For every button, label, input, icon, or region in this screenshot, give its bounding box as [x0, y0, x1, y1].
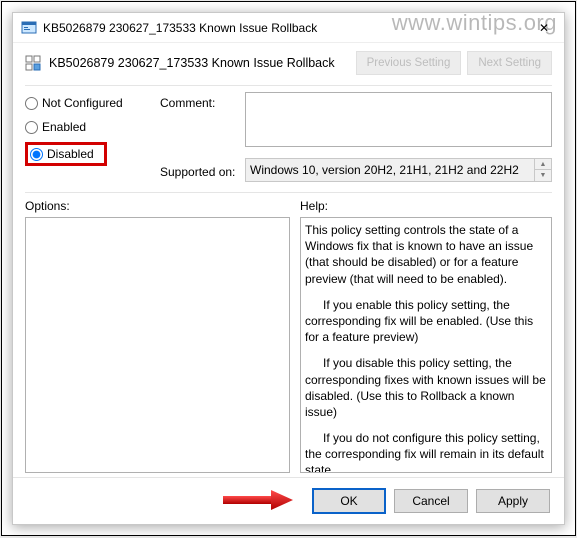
- supported-label: Supported on:: [160, 161, 245, 179]
- comment-input[interactable]: [245, 92, 552, 147]
- cancel-button[interactable]: Cancel: [394, 489, 468, 513]
- chevron-down-icon[interactable]: ▼: [535, 170, 551, 181]
- radio-not-configured-input[interactable]: [25, 97, 38, 110]
- radio-enabled[interactable]: Enabled: [25, 120, 160, 134]
- options-panel[interactable]: [25, 217, 290, 473]
- state-radios: Not Configured Enabled Disabled: [25, 92, 160, 166]
- disabled-highlight: Disabled: [25, 142, 107, 166]
- comment-label: Comment:: [160, 92, 245, 150]
- help-label: Help:: [300, 199, 552, 213]
- help-paragraph: If you disable this policy setting, the …: [305, 355, 547, 420]
- help-paragraph: This policy setting controls the state o…: [305, 222, 547, 287]
- arrow-annotation-icon: [223, 488, 293, 512]
- chevron-up-icon[interactable]: ▲: [535, 159, 551, 170]
- radio-not-configured[interactable]: Not Configured: [25, 96, 160, 110]
- comment-box: [245, 92, 552, 150]
- config-row: Not Configured Enabled Disabled Comment:: [13, 88, 564, 186]
- options-label: Options:: [25, 199, 290, 213]
- app-icon: [21, 20, 37, 36]
- next-setting-button: Next Setting: [467, 51, 552, 75]
- radio-enabled-label: Enabled: [42, 120, 86, 134]
- radio-not-configured-label: Not Configured: [42, 96, 123, 110]
- help-paragraph: If you enable this policy setting, the c…: [305, 297, 547, 346]
- policy-title: KB5026879 230627_173533 Known Issue Roll…: [49, 56, 348, 70]
- ok-button[interactable]: OK: [312, 488, 386, 514]
- policy-icon: [25, 55, 41, 71]
- help-panel[interactable]: This policy setting controls the state o…: [300, 217, 552, 473]
- supported-spinner[interactable]: ▲ ▼: [535, 158, 552, 182]
- radio-disabled[interactable]: Disabled: [30, 147, 94, 161]
- dialog-window: KB5026879 230627_173533 Known Issue Roll…: [12, 12, 565, 525]
- radio-disabled-input[interactable]: [30, 148, 43, 161]
- radio-disabled-label: Disabled: [47, 147, 94, 161]
- previous-setting-button: Previous Setting: [356, 51, 462, 75]
- supported-on-field: [245, 158, 535, 182]
- separator: [25, 192, 552, 193]
- footer: OK Cancel Apply: [13, 477, 564, 524]
- body-columns: Options: Help: This policy setting contr…: [13, 195, 564, 477]
- radio-enabled-input[interactable]: [25, 121, 38, 134]
- watermark-text: www.wintips.org: [392, 10, 557, 36]
- separator: [25, 85, 552, 86]
- apply-button[interactable]: Apply: [476, 489, 550, 513]
- help-paragraph: If you do not configure this policy sett…: [305, 430, 547, 473]
- header-row: KB5026879 230627_173533 Known Issue Roll…: [13, 43, 564, 79]
